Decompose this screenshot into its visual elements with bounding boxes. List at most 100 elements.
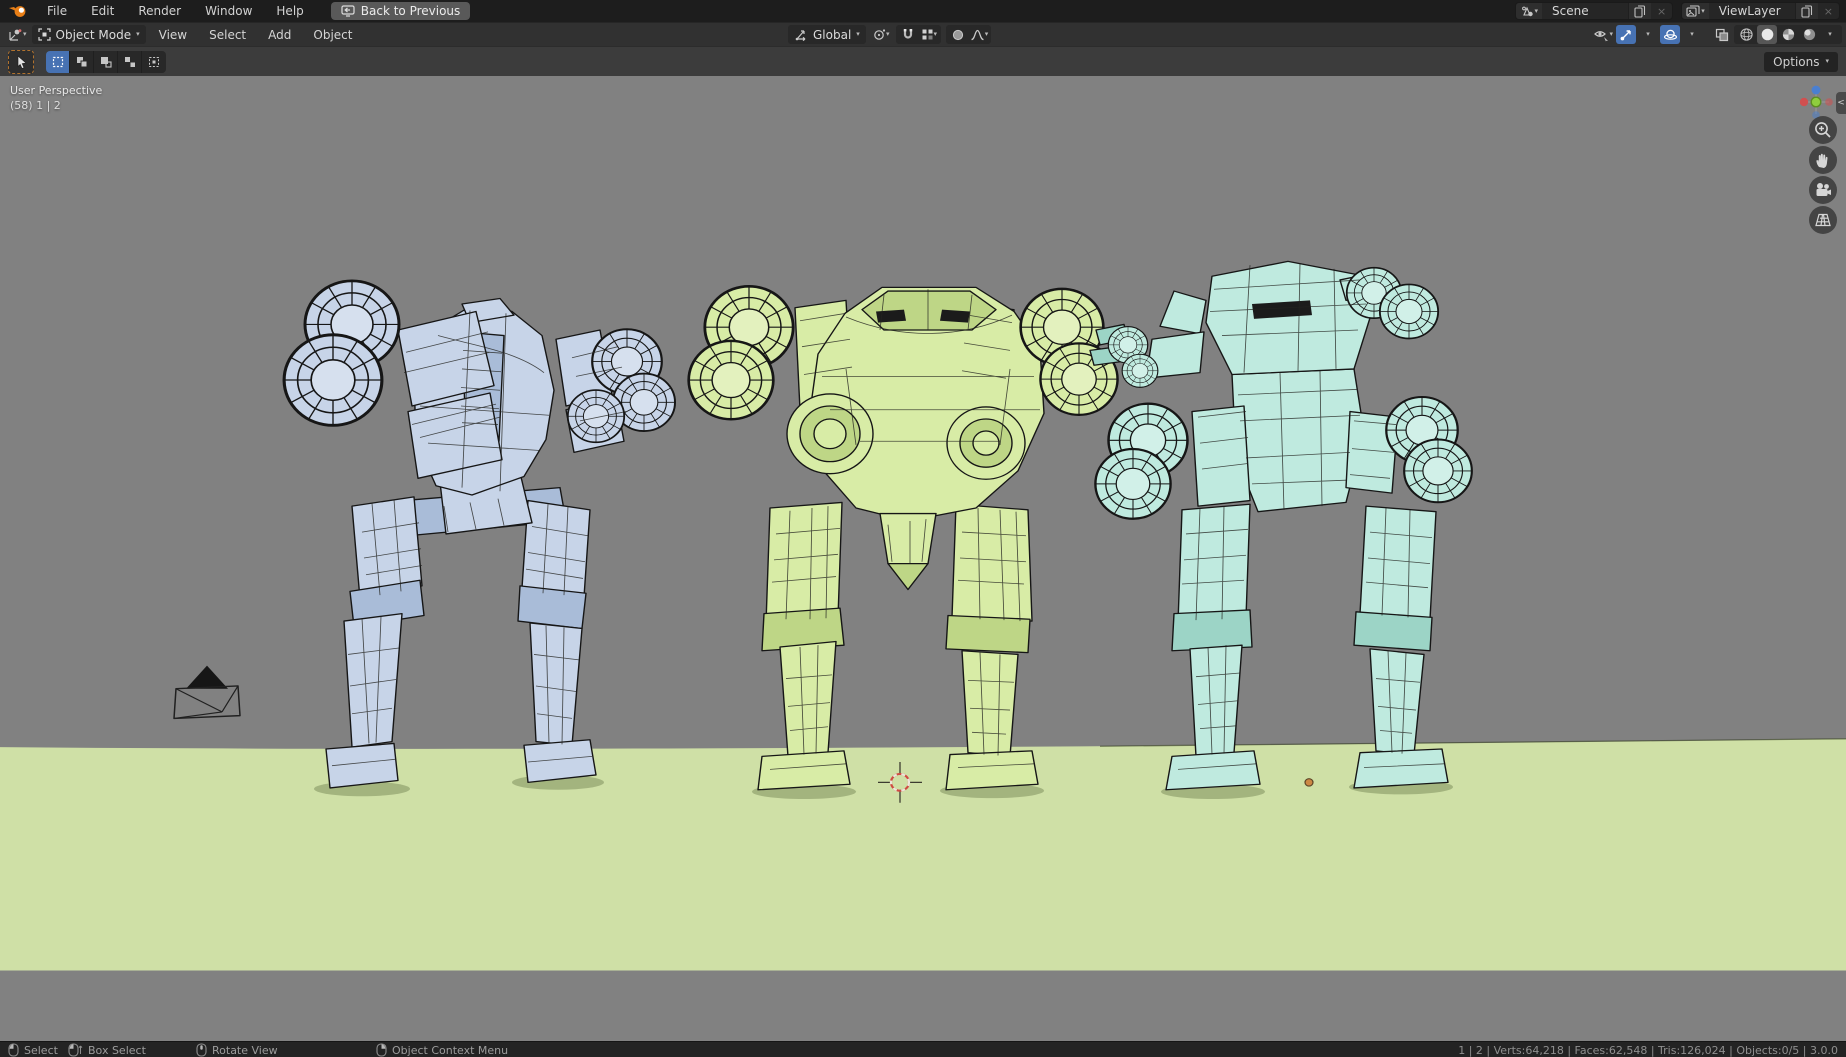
hint-rotate-view: Rotate View <box>196 1042 278 1057</box>
magnifier-icon <box>1815 122 1831 138</box>
missile-pod <box>282 333 384 427</box>
scene-name[interactable]: Scene <box>1542 4 1628 18</box>
chevron-down-icon: ▾ <box>1690 30 1694 38</box>
menu-edit[interactable]: Edit <box>80 3 125 19</box>
wireframe-sphere-icon <box>1739 28 1753 41</box>
chevron-down-icon: ▾ <box>1828 30 1832 38</box>
ground-plane[interactable] <box>0 738 1846 971</box>
options-button[interactable]: Options ▾ <box>1764 51 1838 72</box>
chevron-down-icon: ▾ <box>23 30 27 38</box>
pivot-point-dropdown[interactable]: ▾ <box>871 25 891 44</box>
scene-browse-button[interactable]: ▾ <box>1515 3 1543 19</box>
shading-material-button[interactable] <box>1778 25 1798 44</box>
overlays-dropdown[interactable]: ▾ <box>1682 25 1702 44</box>
blender-logo-icon[interactable] <box>6 4 34 18</box>
unlink-scene-button[interactable]: × <box>1651 5 1672 18</box>
chevron-down-icon: ▾ <box>856 30 860 38</box>
shading-wireframe-button[interactable] <box>1736 25 1756 44</box>
mech-green[interactable] <box>687 284 1119 791</box>
gizmo-dropdown[interactable]: ▾ <box>1638 25 1658 44</box>
select-mode-extend-button[interactable] <box>70 50 94 73</box>
gizmo-axis-y[interactable] <box>1810 96 1822 108</box>
hint-rotate-view-label: Rotate View <box>212 1043 278 1057</box>
editor-type-button[interactable]: ▾ <box>6 25 28 44</box>
pan-view-button[interactable] <box>1809 146 1837 174</box>
select-mode-invert-button[interactable] <box>118 50 142 73</box>
proportional-falloff-dropdown[interactable]: ▾ <box>969 25 990 44</box>
sidebar-toggle[interactable]: < <box>1836 92 1846 114</box>
shading-rendered-button[interactable] <box>1799 25 1819 44</box>
viewlayer-browse-button[interactable]: ▾ <box>1682 3 1709 19</box>
menu-add[interactable]: Add <box>259 27 300 43</box>
select-invert-icon <box>124 56 135 67</box>
menu-render[interactable]: Render <box>127 3 192 19</box>
new-scene-button[interactable] <box>1628 3 1652 19</box>
chevron-down-icon: ▾ <box>136 30 140 38</box>
back-to-previous-button[interactable]: Back to Previous <box>330 2 471 20</box>
chevron-down-icon: ▾ <box>1534 6 1539 15</box>
show-gizmo-toggle[interactable] <box>1616 25 1636 44</box>
hand-icon <box>1816 153 1828 169</box>
gizmo-axis-x-neg[interactable] <box>1825 98 1833 106</box>
cursor-arrow-icon <box>17 55 27 69</box>
hint-context-menu-label: Object Context Menu <box>392 1043 509 1057</box>
menu-object[interactable]: Object <box>304 27 361 43</box>
camera-icon <box>1816 183 1831 196</box>
mech-cyan[interactable] <box>1089 260 1473 791</box>
snap-toggle-button[interactable] <box>898 25 918 44</box>
show-overlays-toggle[interactable] <box>1660 25 1680 44</box>
gun-drum <box>1121 353 1159 388</box>
chevron-down-icon: ▾ <box>933 30 938 38</box>
mode-label: Object Mode <box>55 27 132 42</box>
menu-file[interactable]: File <box>36 3 78 19</box>
menu-select[interactable]: Select <box>200 27 255 43</box>
shading-solid-button[interactable] <box>1757 25 1777 44</box>
shading-mode-group: ▾ <box>1734 25 1842 44</box>
object-visibility-dropdown[interactable]: ▾ <box>1592 25 1614 44</box>
missile-pod <box>566 389 626 444</box>
remove-viewlayer-button[interactable]: × <box>1818 5 1839 18</box>
object-origin-dot[interactable] <box>1304 778 1314 787</box>
camera-object[interactable] <box>173 665 241 720</box>
menu-help[interactable]: Help <box>265 3 314 19</box>
new-viewlayer-button[interactable] <box>1794 3 1818 19</box>
viewlayer-name[interactable]: ViewLayer <box>1709 4 1795 18</box>
camera-view-button[interactable] <box>1809 176 1837 204</box>
orientation-label: Global <box>813 27 852 42</box>
select-mode-intersect-button[interactable] <box>142 50 166 73</box>
options-label: Options <box>1773 54 1820 69</box>
menu-window[interactable]: Window <box>194 3 263 19</box>
scene-canvas[interactable] <box>0 76 1846 1041</box>
viewport-header: ▾ Object Mode ▾ View Select Add Object G… <box>0 22 1846 46</box>
select-mode-group <box>46 50 166 73</box>
mech-blue[interactable] <box>282 279 677 789</box>
select-mode-new-button[interactable] <box>46 50 70 73</box>
gizmo-axis-z[interactable] <box>1811 85 1821 95</box>
snap-settings-dropdown[interactable]: ▾ <box>919 25 939 44</box>
menu-view[interactable]: View <box>150 27 196 43</box>
toggle-ortho-button[interactable] <box>1809 206 1837 234</box>
material-sphere-icon <box>1782 28 1794 41</box>
hint-select-label: Select <box>24 1043 58 1057</box>
transform-orientation-dropdown[interactable]: Global ▾ <box>788 25 866 44</box>
proportional-editing-button[interactable] <box>948 25 968 44</box>
active-tool-button[interactable] <box>8 49 34 74</box>
zoom-view-button[interactable] <box>1809 116 1837 144</box>
topbar: File Edit Render Window Help Back to Pre… <box>0 0 1846 22</box>
3d-viewport[interactable]: User Perspective (58) 1 | 2 < <box>0 76 1846 1041</box>
hint-box-select-label: Box Select <box>88 1043 146 1057</box>
view-perspective-label: User Perspective <box>10 84 103 97</box>
visibility-eye-icon <box>1594 30 1609 42</box>
mouse-right-icon <box>376 1043 387 1057</box>
missile-pod <box>1378 283 1440 340</box>
shading-dropdown[interactable]: ▾ <box>1820 25 1840 44</box>
chevron-down-icon: ▾ <box>984 30 989 38</box>
select-intersect-icon <box>149 56 159 67</box>
editor-3d-viewport-icon <box>9 28 22 41</box>
xray-icon <box>1715 28 1729 41</box>
mode-dropdown[interactable]: Object Mode ▾ <box>31 25 146 44</box>
gizmo-axis-x[interactable] <box>1799 97 1809 107</box>
hint-select: Select <box>8 1042 58 1057</box>
toggle-xray-button[interactable] <box>1712 25 1732 44</box>
select-mode-subtract-button[interactable] <box>94 50 118 73</box>
